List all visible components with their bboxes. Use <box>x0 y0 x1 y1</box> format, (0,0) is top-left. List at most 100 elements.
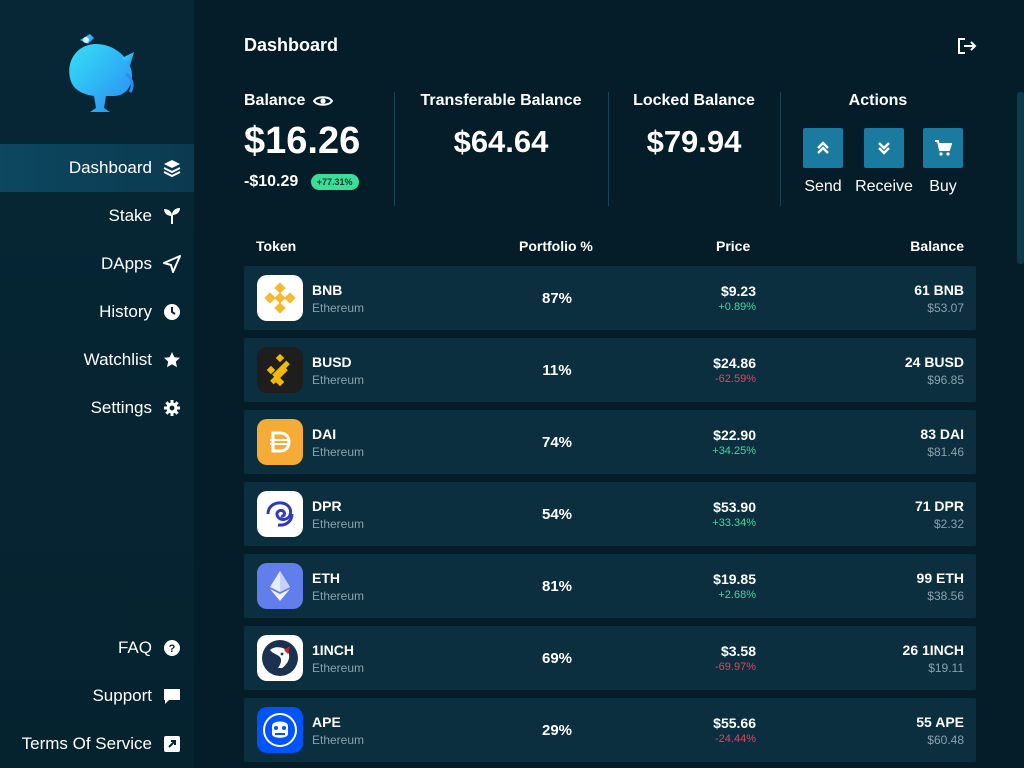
portfolio-percent: 81% <box>541 578 573 595</box>
token-name: BNB <box>312 282 343 298</box>
transferable-balance-card: Transferable Balance $64.64 <box>394 92 608 206</box>
token-name: BUSD <box>312 354 352 370</box>
table-row[interactable]: APE Ethereum 29% $55.66 -24.44% 55 APE $… <box>244 698 976 762</box>
sidebar-item-label: Terms Of Service <box>21 734 152 753</box>
logout-icon[interactable] <box>956 36 978 56</box>
table-row[interactable]: 1INCH Ethereum 69% $3.58 -69.97% 26 1INC… <box>244 626 976 690</box>
buy-label[interactable]: Buy <box>918 178 968 196</box>
price-change: +33.34% <box>712 517 756 529</box>
sidebar-item-label: Support <box>92 686 152 705</box>
send-icon <box>162 254 182 274</box>
token-network: Ethereum <box>312 589 365 603</box>
sidebar-item-faq[interactable]: FAQ ? <box>0 624 194 672</box>
sidebar-item-dapps[interactable]: DApps <box>0 240 194 288</box>
locked-balance-card: Locked Balance $79.94 <box>608 92 780 206</box>
sidebar-item-label: Dashboard <box>68 158 152 177</box>
portfolio-percent: 69% <box>541 650 573 667</box>
token-balance: 99 ETH <box>916 570 964 586</box>
table-row[interactable]: BUSD Ethereum 11% $24.86 -62.59% 24 BUSD… <box>244 338 976 402</box>
sidebar-item-terms[interactable]: Terms Of Service <box>0 720 194 768</box>
sidebar-item-dashboard[interactable]: Dashboard <box>0 144 194 192</box>
svg-text:?: ? <box>169 643 176 655</box>
token-network: Ethereum <box>312 373 365 387</box>
question-icon: ? <box>162 638 182 658</box>
busd-icon <box>257 347 303 393</box>
token-name: DAI <box>312 426 337 442</box>
eye-icon[interactable] <box>313 94 334 108</box>
column-header-price[interactable]: Price <box>716 238 750 254</box>
column-header-portfolio[interactable]: Portfolio % <box>519 238 593 254</box>
token-price: $53.90 <box>713 499 756 515</box>
token-name: APE <box>312 714 341 730</box>
sidebar-item-watchlist[interactable]: Watchlist <box>0 336 194 384</box>
ape-icon <box>257 707 303 753</box>
scrollbar[interactable] <box>1017 92 1024 264</box>
sidebar-item-label: FAQ <box>117 638 152 657</box>
sidebar-nav: Dashboard Stake DApps History Watchlist <box>0 144 194 432</box>
token-balance-usd: $81.46 <box>927 445 964 459</box>
token-network: Ethereum <box>312 733 365 747</box>
1inch-icon <box>257 635 303 681</box>
balance-label: Balance <box>244 92 306 109</box>
table-row[interactable]: BNB Ethereum 87% $9.23 +0.89% 61 BNB $53… <box>244 266 976 330</box>
token-price: $55.66 <box>713 715 756 731</box>
token-balance-usd: $96.85 <box>927 373 964 387</box>
bird-logo-icon <box>69 34 134 112</box>
token-balance: 61 BNB <box>914 282 964 298</box>
portfolio-percent: 11% <box>542 362 572 379</box>
locked-balance-value: $79.94 <box>646 124 742 159</box>
receive-button[interactable] <box>864 128 904 168</box>
token-balance: 55 APE <box>916 714 964 730</box>
token-balance-usd: $2.32 <box>933 517 964 531</box>
column-header-balance[interactable]: Balance <box>910 238 964 254</box>
token-price: $9.23 <box>720 283 756 299</box>
token-balance-usd: $60.48 <box>927 733 964 747</box>
sidebar-item-label: Watchlist <box>83 350 152 369</box>
sidebar: Dashboard Stake DApps History Watchlist <box>0 0 194 768</box>
sidebar-item-stake[interactable]: Stake <box>0 192 194 240</box>
price-change: +0.89% <box>718 301 756 313</box>
chat-icon <box>162 686 182 706</box>
bnb-icon <box>257 275 303 321</box>
receive-label[interactable]: Receive <box>848 178 920 196</box>
token-network: Ethereum <box>312 445 365 459</box>
sidebar-bottom-nav: FAQ ? Support Terms Of Service <box>0 624 194 768</box>
table-row[interactable]: DAI Ethereum 74% $22.90 +34.25% 83 DAI $… <box>244 410 976 474</box>
table-row[interactable]: ETH Ethereum 81% $19.85 +2.68% 99 ETH $3… <box>244 554 976 618</box>
actions-card: Actions Send Receive Buy <box>780 92 976 206</box>
sidebar-item-settings[interactable]: Settings <box>0 384 194 432</box>
balance-change: -$10.29 <box>244 173 299 190</box>
sidebar-item-history[interactable]: History <box>0 288 194 336</box>
portfolio-percent: 29% <box>541 722 573 739</box>
token-name: ETH <box>312 570 340 586</box>
buy-button[interactable] <box>923 128 963 168</box>
table-row[interactable]: DPR Ethereum 54% $53.90 +33.34% 71 DPR $… <box>244 482 976 546</box>
send-button[interactable] <box>803 128 843 168</box>
token-balance: 26 1INCH <box>902 642 964 658</box>
double-chevron-down-icon <box>878 142 890 155</box>
token-table: BNB Ethereum 87% $9.23 +0.89% 61 BNB $53… <box>244 266 976 768</box>
token-name: DPR <box>312 498 342 514</box>
balance-summary: Balance $16.26 -$10.29 +77.31% Transfera… <box>244 92 976 206</box>
token-price: $24.86 <box>713 355 756 371</box>
token-network: Ethereum <box>312 661 365 675</box>
send-label[interactable]: Send <box>793 178 853 196</box>
column-header-token[interactable]: Token <box>256 238 296 254</box>
sidebar-item-label: History <box>99 302 152 321</box>
portfolio-percent: 54% <box>541 506 573 523</box>
cart-icon <box>935 140 952 156</box>
external-link-icon <box>162 734 182 754</box>
token-network: Ethereum <box>312 301 365 315</box>
dpr-icon <box>257 491 303 537</box>
price-change: -69.97% <box>715 661 756 673</box>
token-balance: 24 BUSD <box>904 354 964 370</box>
layers-icon <box>162 158 182 178</box>
gear-icon <box>162 398 182 418</box>
sidebar-item-support[interactable]: Support <box>0 672 194 720</box>
token-network: Ethereum <box>312 517 365 531</box>
price-change: +34.25% <box>712 445 756 457</box>
actions-label: Actions <box>848 92 908 109</box>
page-title: Dashboard <box>244 35 339 55</box>
portfolio-percent: 74% <box>541 434 573 451</box>
token-price: $3.58 <box>720 643 756 659</box>
